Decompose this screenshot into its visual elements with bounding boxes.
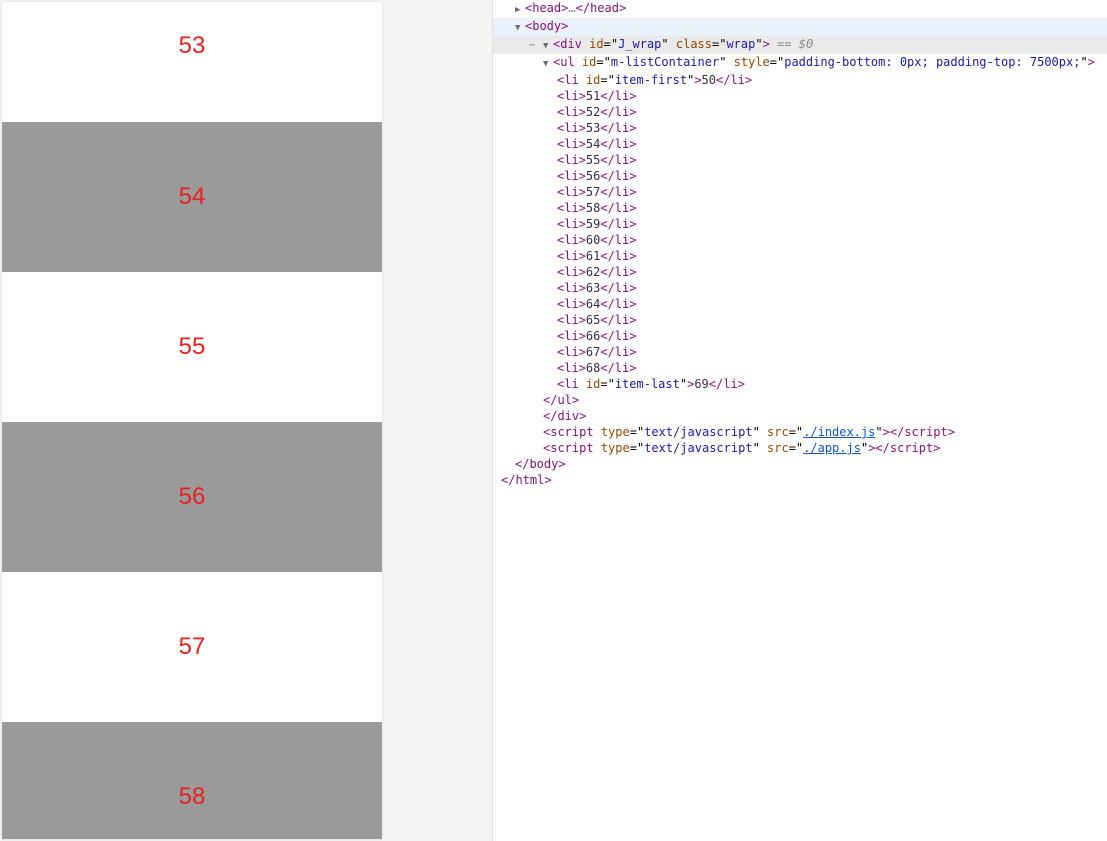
tag-name: li [564, 377, 578, 391]
text-node: 69 [694, 377, 708, 391]
tag-name: ul [560, 55, 574, 69]
devtools-elements-panel[interactable]: ▶<head>…</head> ▼<body> ⋯▼<div id="J_wra… [492, 0, 1107, 841]
item-number: 57 [179, 633, 206, 661]
attr-name: id [589, 37, 603, 51]
dom-node-li[interactable]: <li>61</li> [493, 248, 1107, 264]
attr-value: item-first [615, 73, 687, 87]
dom-node-li[interactable]: <li>54</li> [493, 136, 1107, 152]
tag-name: div [560, 37, 582, 51]
list-item: 53 [2, 2, 382, 122]
item-number: 58 [179, 783, 206, 811]
attr-value-link[interactable]: ./index.js [803, 425, 875, 439]
attr-value: m-listContainer [611, 55, 719, 69]
item-number: 56 [179, 483, 206, 511]
list-item: 54 [2, 122, 382, 272]
preview-list: 53 54 55 56 57 58 [2, 2, 382, 839]
tag-name: body [532, 19, 561, 33]
item-number: 53 [179, 32, 206, 60]
attr-value-link[interactable]: ./app.js [803, 441, 861, 455]
dom-node-li[interactable]: <li>65</li> [493, 312, 1107, 328]
gutter-dots: ⋯ [529, 38, 543, 54]
selected-marker: == $0 [777, 37, 813, 51]
dom-node-body[interactable]: ▼<body> [493, 18, 1107, 36]
dom-node-li[interactable]: <li>67</li> [493, 344, 1107, 360]
collapse-arrow-icon[interactable]: ▼ [515, 20, 525, 36]
attr-value: J_wrap [618, 37, 661, 51]
preview-panel: 53 54 55 56 57 58 [0, 0, 492, 841]
dom-node-li[interactable]: <li>51</li> [493, 88, 1107, 104]
dom-node-li[interactable]: <li>55</li> [493, 152, 1107, 168]
tag-name: body [529, 457, 558, 471]
tag-name: script [890, 441, 933, 455]
dom-close-ul[interactable]: </ul> [493, 392, 1107, 408]
dom-node-li[interactable]: <li>60</li> [493, 232, 1107, 248]
tag-name: head [532, 1, 561, 15]
dom-close-html[interactable]: </html> [493, 472, 1107, 488]
list-item: 56 [2, 422, 382, 572]
attr-name: style [734, 55, 770, 69]
dom-node-head[interactable]: ▶<head>…</head> [493, 0, 1107, 18]
dom-node-li[interactable]: <li>59</li> [493, 216, 1107, 232]
dom-node-li[interactable]: <li>57</li> [493, 184, 1107, 200]
list-item: 57 [2, 572, 382, 722]
tag-name: html [515, 473, 544, 487]
expand-arrow-icon[interactable]: ▶ [515, 2, 525, 18]
attr-value: text/javascript [644, 441, 752, 455]
ellipsis: … [568, 1, 575, 15]
dom-node-li[interactable]: <li>53</li> [493, 120, 1107, 136]
dom-node-li[interactable]: <li>52</li> [493, 104, 1107, 120]
tag-name: head [590, 1, 619, 15]
dom-node-li[interactable]: <li>68</li> [493, 360, 1107, 376]
list-item: 58 [2, 722, 382, 839]
dom-node-ul[interactable]: ▼<ul id="m-listContainer" style="padding… [493, 54, 1107, 72]
dom-node-li[interactable]: <li>62</li> [493, 264, 1107, 280]
dom-node-wrap[interactable]: ⋯▼<div id="J_wrap" class="wrap"> == $0 [493, 36, 1107, 54]
dom-node-li[interactable]: <li>64</li> [493, 296, 1107, 312]
dom-node-li[interactable]: <li>56</li> [493, 168, 1107, 184]
attr-name: id [586, 73, 600, 87]
dom-node-li[interactable]: <li>66</li> [493, 328, 1107, 344]
tag-name: li [730, 73, 744, 87]
collapse-arrow-icon[interactable]: ▼ [543, 56, 553, 72]
item-number: 54 [179, 183, 206, 211]
item-number: 55 [179, 333, 206, 361]
attr-name: type [601, 425, 630, 439]
attr-name: id [582, 55, 596, 69]
tag-name: script [550, 425, 593, 439]
preview-viewport[interactable]: 53 54 55 56 57 58 [2, 2, 382, 839]
dom-node-li-last[interactable]: <li id="item-last">69</li> [493, 376, 1107, 392]
tag-name: ul [557, 393, 571, 407]
attr-value: wrap [726, 37, 755, 51]
attr-name: type [601, 441, 630, 455]
collapse-arrow-icon[interactable]: ▼ [543, 38, 553, 54]
text-node: 50 [702, 73, 716, 87]
attr-name: class [676, 37, 712, 51]
attr-value: padding-bottom: 0px; padding-top: 7500px… [784, 55, 1080, 69]
attr-value: text/javascript [644, 425, 752, 439]
dom-close-body[interactable]: </body> [493, 456, 1107, 472]
dom-node-li[interactable]: <li>63</li> [493, 280, 1107, 296]
dom-node-li[interactable]: <li>58</li> [493, 200, 1107, 216]
tag-name: li [723, 377, 737, 391]
attr-value: item-last [615, 377, 680, 391]
tag-name: script [550, 441, 593, 455]
dom-node-li-first[interactable]: <li id="item-first">50</li> [493, 72, 1107, 88]
attr-name: src [767, 441, 789, 455]
attr-name: src [767, 425, 789, 439]
dom-node-script[interactable]: <script type="text/javascript" src="./in… [493, 424, 1107, 440]
tag-name: div [557, 409, 579, 423]
tag-name: script [904, 425, 947, 439]
attr-name: id [586, 377, 600, 391]
dom-node-script[interactable]: <script type="text/javascript" src="./ap… [493, 440, 1107, 456]
dom-close-div[interactable]: </div> [493, 408, 1107, 424]
tag-name: li [564, 73, 578, 87]
list-item: 55 [2, 272, 382, 422]
